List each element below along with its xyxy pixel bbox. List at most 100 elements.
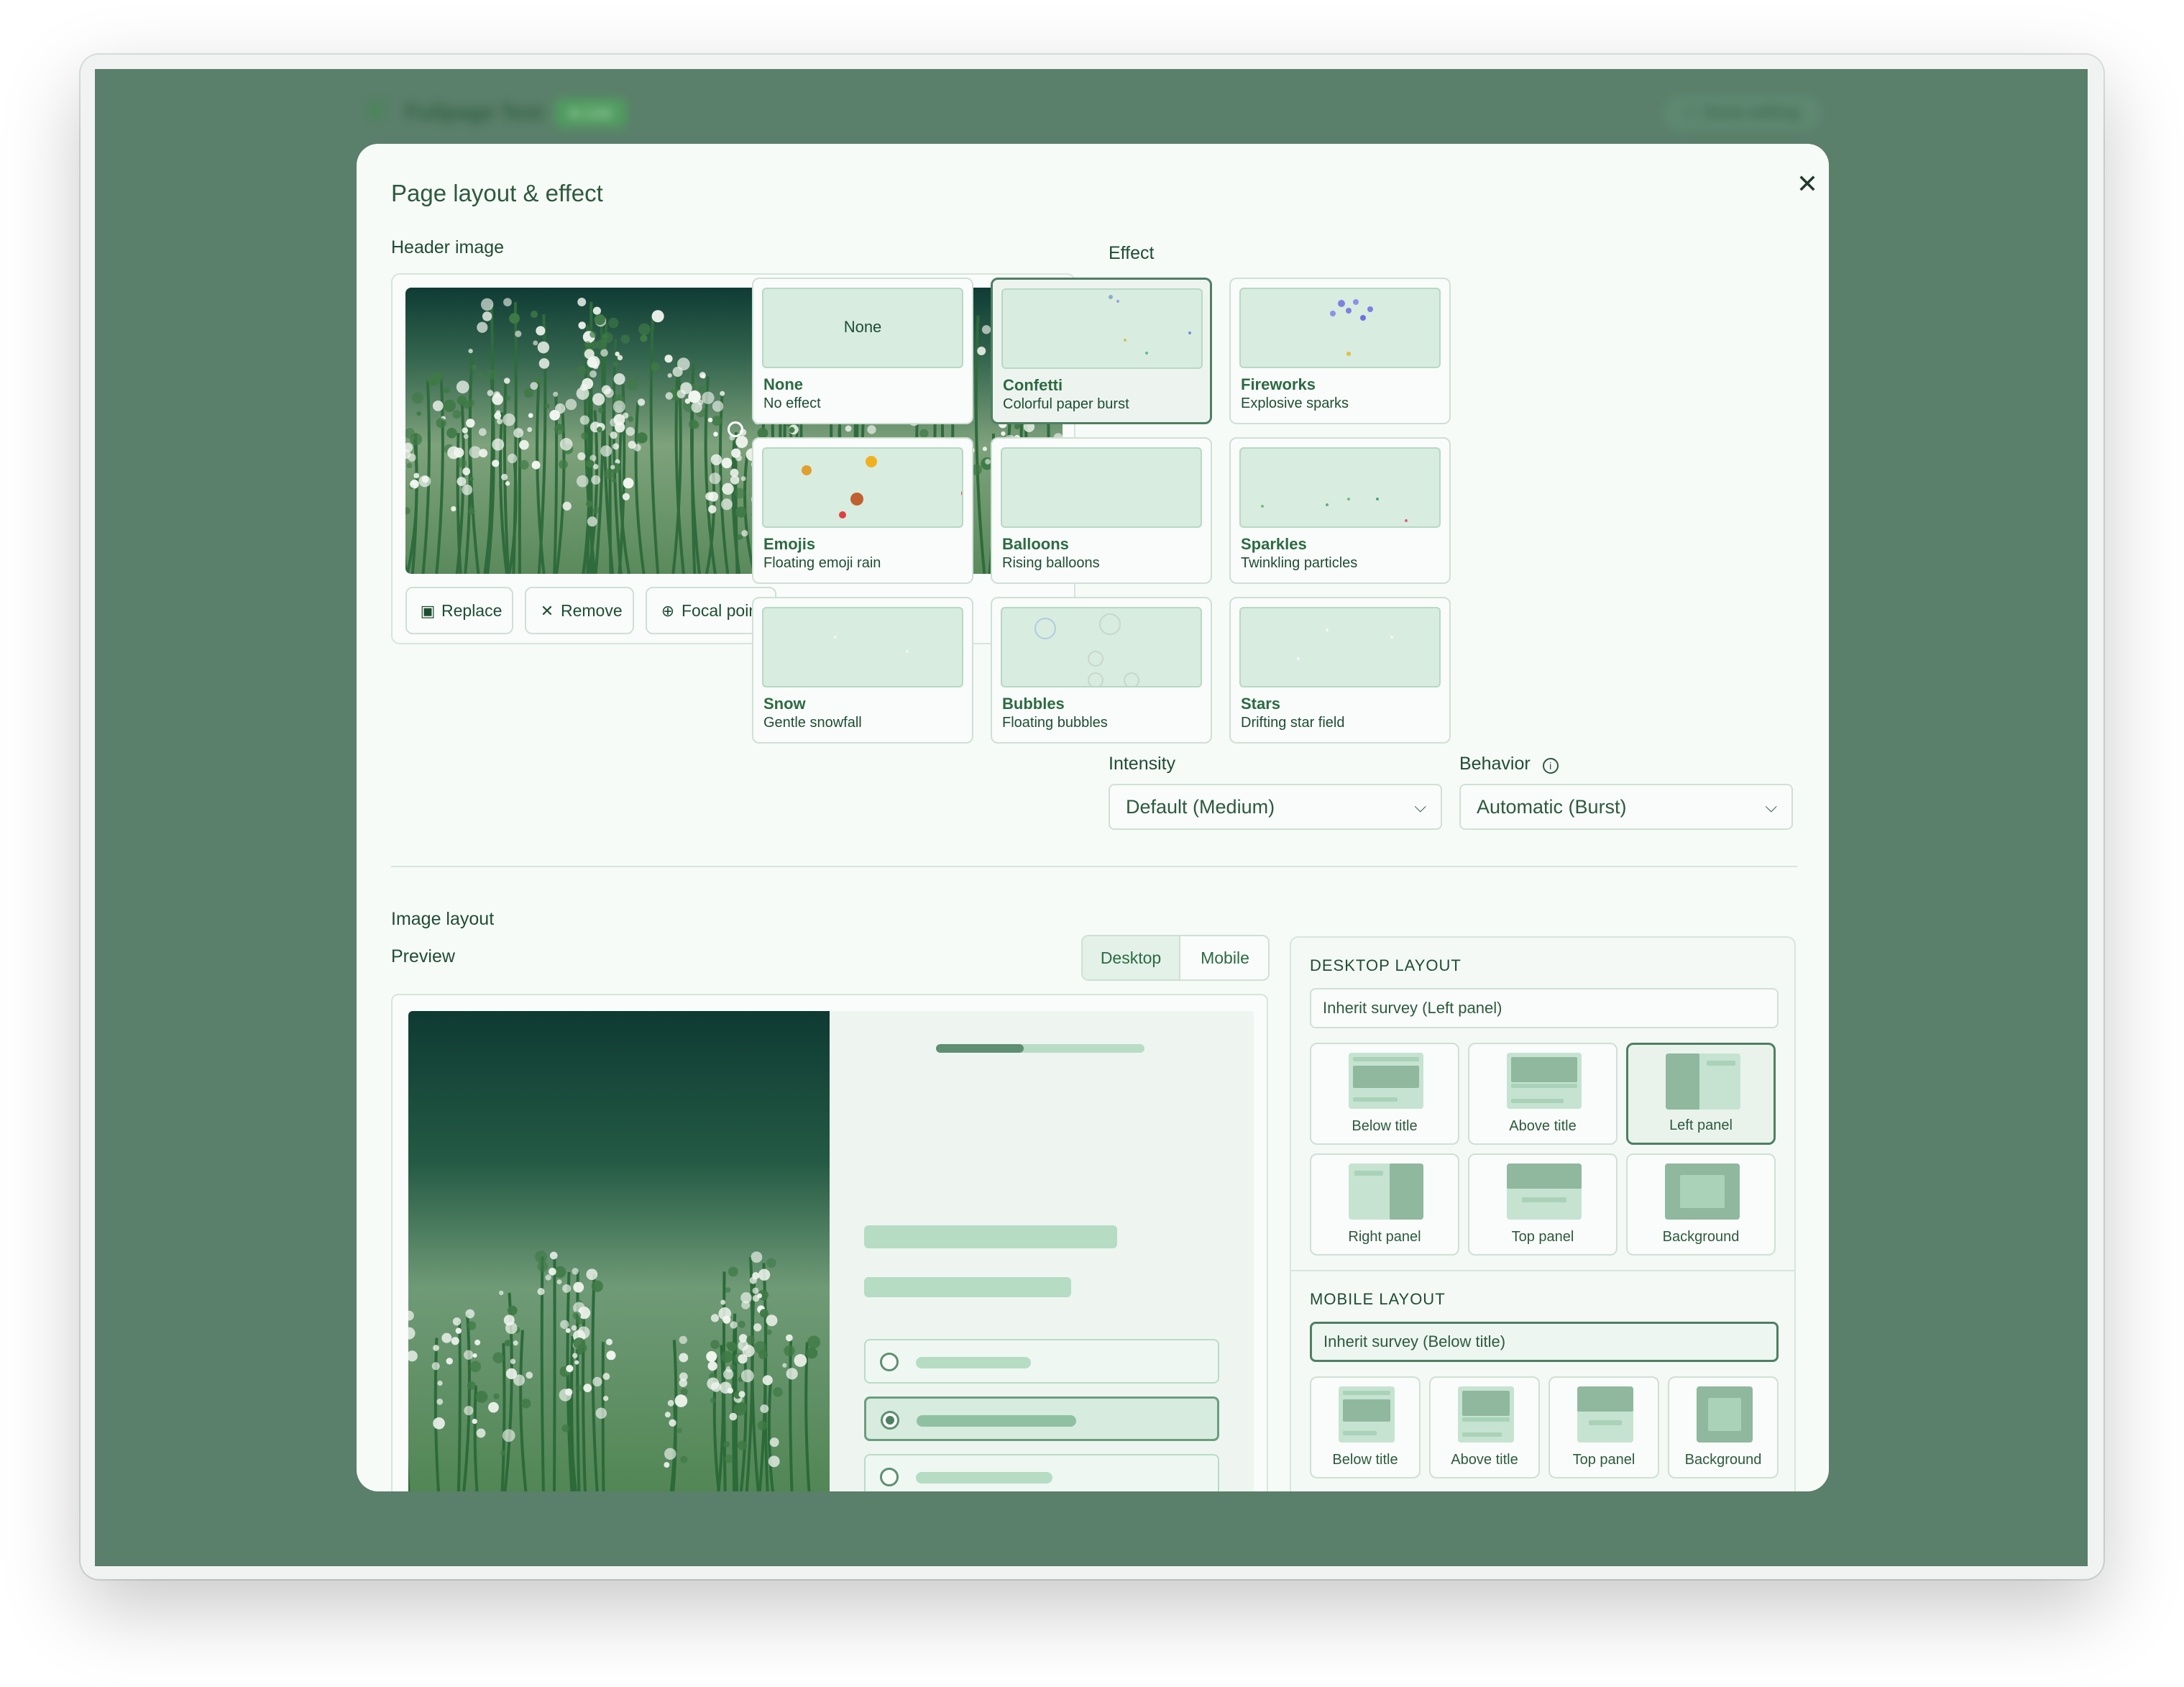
layout-option-label: Background [1684, 1452, 1762, 1468]
tab-mobile[interactable]: Mobile [1180, 936, 1268, 979]
remove-button[interactable]: ✕ Remove [525, 587, 634, 634]
tab-desktop[interactable]: Desktop [1083, 936, 1180, 979]
content-card [1707, 1397, 1742, 1432]
effect-description: Twinkling particles [1241, 555, 1358, 571]
particle [1353, 299, 1359, 305]
flower [465, 1309, 475, 1319]
leaf-logo-icon: ❦ [365, 96, 388, 126]
particle [1326, 628, 1329, 631]
layout-settings-panel: DESKTOP LAYOUT Inherit survey (Left pane… [1290, 936, 1796, 1491]
flower [468, 348, 473, 354]
flower [513, 428, 524, 438]
flower [684, 398, 691, 404]
flower [472, 1353, 477, 1358]
flower [482, 311, 492, 321]
focal-point-label: Focal point [682, 601, 763, 620]
flower [623, 477, 634, 489]
flower [413, 472, 420, 479]
flower [475, 1390, 488, 1403]
flower [531, 460, 541, 470]
flower [723, 1440, 730, 1448]
confetti-particles [1109, 295, 1191, 355]
flower [727, 1341, 737, 1352]
flower [721, 457, 733, 469]
behavior-label: Behavior i [1459, 754, 1559, 774]
flower [766, 1258, 776, 1268]
replace-button[interactable]: ▣ Replace [405, 587, 513, 634]
desktop-layout-below-title[interactable]: Below title [1310, 1043, 1459, 1145]
snow-particles [834, 636, 909, 653]
x-icon: ✕ [540, 602, 554, 620]
flower [706, 1350, 717, 1362]
effect-card-stars[interactable]: Stars Drifting star field [1229, 597, 1451, 744]
image-layout-label: Image layout [391, 909, 495, 929]
flower [720, 1299, 726, 1305]
effect-card-fireworks[interactable]: Fireworks Explosive sparks [1229, 278, 1451, 424]
text-line [1521, 1197, 1567, 1202]
particle [961, 491, 962, 495]
flower [664, 1412, 671, 1418]
flower [446, 427, 457, 439]
particle [1405, 519, 1408, 522]
flower [845, 425, 852, 432]
flower [746, 1335, 755, 1345]
effect-card-balloons[interactable]: Balloons Rising balloons [991, 437, 1212, 584]
flower [680, 1455, 688, 1463]
flower [528, 413, 533, 419]
effect-preview-emojis [762, 447, 963, 528]
flower [710, 1340, 720, 1349]
particle [1360, 315, 1366, 321]
particle [1346, 352, 1351, 356]
flower [769, 1437, 779, 1448]
flower [759, 1309, 769, 1318]
layout-thumbnail [1507, 1053, 1582, 1109]
modal-title: Page layout & effect [391, 180, 603, 206]
desktop-layout-left-panel[interactable]: Left panel [1626, 1043, 1776, 1145]
desktop-layout-right-panel[interactable]: Right panel [1310, 1153, 1459, 1256]
particle [1390, 636, 1393, 639]
flower [807, 1335, 821, 1349]
flower [468, 508, 475, 515]
flower [749, 1276, 757, 1284]
desktop-layout-title: DESKTOP LAYOUT [1310, 956, 1462, 974]
desktop-layout-above-title[interactable]: Above title [1468, 1043, 1618, 1145]
flower [411, 392, 423, 404]
flower [664, 1462, 670, 1468]
effect-card-snow[interactable]: Snow Gentle snowfall [752, 597, 973, 744]
mobile-layout-top-panel[interactable]: Top panel [1548, 1376, 1659, 1478]
intensity-select[interactable]: Default (Medium) ⌵ [1109, 784, 1442, 830]
particle [906, 650, 909, 653]
mobile-layout-background[interactable]: Background [1668, 1376, 1779, 1478]
bubbles-particles [1034, 613, 1139, 686]
close-icon[interactable]: ✕ [1791, 168, 1823, 200]
flower [633, 444, 641, 452]
focal-point-marker[interactable] [728, 421, 743, 437]
flower [436, 418, 446, 429]
flower [727, 1387, 733, 1394]
flower [766, 1329, 772, 1335]
desktop-inherit-option[interactable]: Inherit survey (Left panel) [1310, 988, 1779, 1028]
effect-card-emojis[interactable]: Emojis Floating emoji rain [752, 437, 973, 584]
mobile-inherit-option[interactable]: Inherit survey (Below title) [1310, 1322, 1779, 1362]
mobile-layout-below-title[interactable]: Below title [1310, 1376, 1421, 1478]
flower [640, 334, 648, 342]
desktop-layout-background[interactable]: Background [1626, 1153, 1776, 1256]
flower [730, 1321, 738, 1329]
flower [452, 410, 462, 419]
effect-card-confetti[interactable]: Confetti Colorful paper burst [991, 278, 1212, 424]
flower [672, 366, 683, 378]
mobile-layout-above-title[interactable]: Above title [1429, 1376, 1540, 1478]
effect-card-none[interactable]: None None No effect [752, 278, 973, 424]
effect-card-sparkles[interactable]: Sparkles Twinkling particles [1229, 437, 1451, 584]
flower [600, 445, 612, 457]
flower [589, 331, 597, 338]
behavior-select[interactable]: Automatic (Burst) ⌵ [1459, 784, 1793, 830]
info-icon[interactable]: i [1542, 758, 1559, 774]
desktop-layout-top-panel[interactable]: Top panel [1468, 1153, 1618, 1256]
layout-thumbnail [1458, 1386, 1514, 1443]
flower [753, 1323, 762, 1332]
particle [1116, 300, 1119, 303]
done-editing-button[interactable]: ✓ Done editing [1662, 95, 1822, 131]
effect-card-bubbles[interactable]: Bubbles Floating bubbles [991, 597, 1212, 744]
page-layout-modal: Page layout & effect ✕ Header image ▣ Re… [357, 144, 1829, 1491]
